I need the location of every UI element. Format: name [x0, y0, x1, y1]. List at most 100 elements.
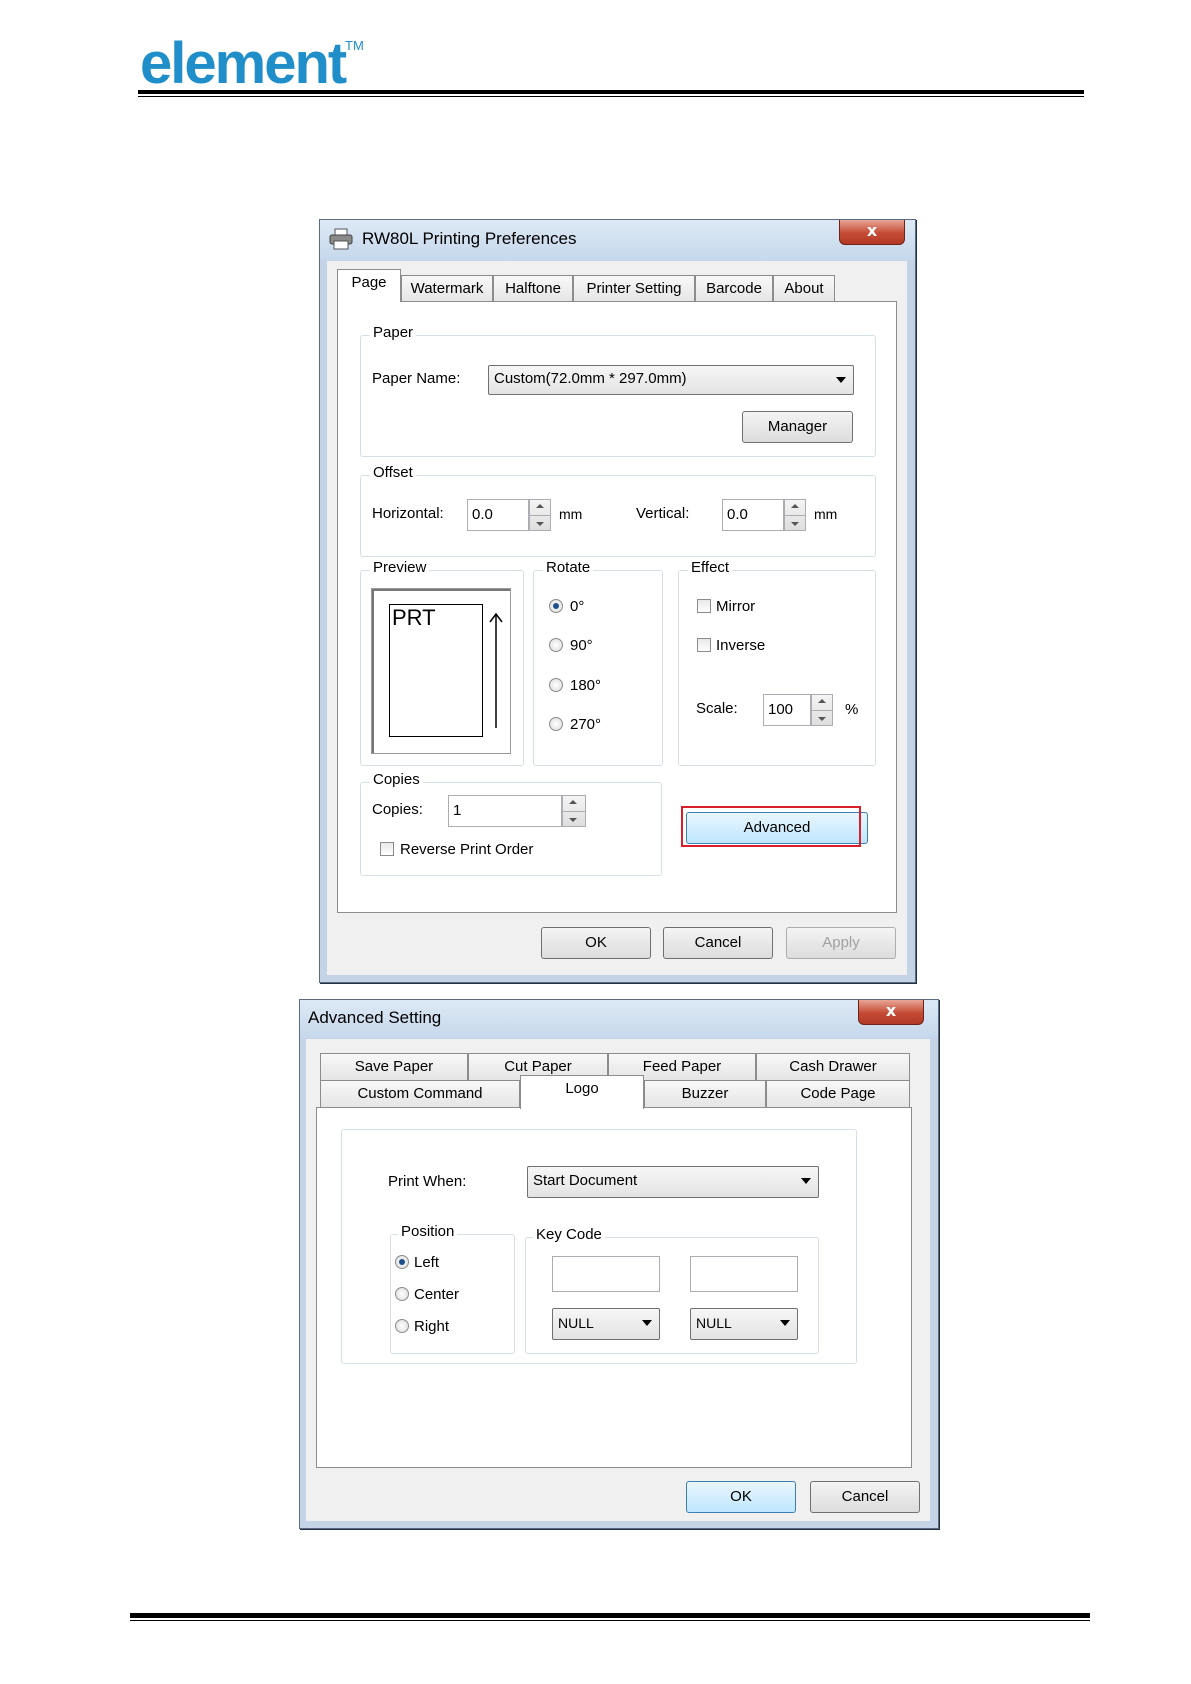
tab-halftone[interactable]: Halftone [493, 275, 573, 303]
rotate-group-label: Rotate [543, 559, 594, 576]
rotate-90-radio[interactable] [549, 638, 563, 652]
vertical-unit: mm [814, 506, 838, 522]
tab-page[interactable]: Page [337, 269, 401, 302]
spin-down-icon [791, 522, 799, 526]
paper-name-value: Custom(72.0mm * 297.0mm) [494, 370, 687, 387]
up-arrow-icon [489, 612, 503, 728]
position-group-label: Position [398, 1223, 458, 1240]
spin-up-icon [536, 504, 544, 508]
horizontal-offset-input[interactable]: 0.0 [467, 499, 529, 531]
spin-down-icon [569, 818, 577, 822]
page-tab-panel: Paper Paper Name: Custom(72.0mm * 297.0m… [337, 301, 897, 913]
inverse-label[interactable]: Inverse [716, 637, 765, 654]
footer-rule [130, 1613, 1090, 1618]
chevron-down-icon [801, 1178, 811, 1184]
key-code-2-input[interactable] [690, 1256, 798, 1292]
close-button[interactable]: x [858, 1000, 924, 1025]
header-rule-thin [138, 96, 1084, 97]
paper-name-label: Paper Name: [372, 370, 461, 387]
paper-group-label: Paper [370, 324, 417, 341]
advanced-setting-dialog: Advanced Setting x Save Paper Cut Paper … [299, 999, 939, 1529]
tab-code-page[interactable]: Code Page [766, 1080, 910, 1108]
horizontal-offset-spinner[interactable] [529, 499, 551, 531]
rotate-180-label[interactable]: 180° [570, 677, 601, 694]
ok-button[interactable]: OK [541, 927, 651, 959]
printing-preferences-dialog: RW80L Printing Preferences x Page Waterm… [319, 219, 916, 983]
effect-group-label: Effect [688, 559, 733, 576]
inverse-checkbox[interactable] [697, 638, 711, 652]
paper-name-select[interactable]: Custom(72.0mm * 297.0mm) [488, 365, 854, 395]
print-when-label: Print When: [388, 1173, 467, 1190]
close-button[interactable]: x [839, 220, 905, 245]
tab-cash-drawer[interactable]: Cash Drawer [756, 1053, 910, 1081]
key-code-1-select[interactable]: NULL [552, 1308, 660, 1340]
dialog-client: Save Paper Cut Paper Feed Paper Cash Dra… [306, 1039, 930, 1521]
tab-barcode[interactable]: Barcode [695, 275, 773, 303]
vertical-label: Vertical: [636, 505, 690, 522]
spin-down-icon [818, 717, 826, 721]
highlight-box [681, 806, 861, 847]
scale-unit: % [845, 701, 859, 718]
cancel-button[interactable]: Cancel [663, 927, 773, 959]
chevron-down-icon [836, 377, 846, 383]
header-rule [138, 90, 1084, 94]
rotate-180-radio[interactable] [549, 678, 563, 692]
rotate-90-label[interactable]: 90° [570, 637, 593, 654]
copies-label: Copies: [372, 801, 423, 818]
copies-spinner[interactable] [562, 795, 586, 827]
preview-group-label: Preview [370, 559, 430, 576]
spin-up-icon [818, 699, 826, 703]
cancel-button[interactable]: Cancel [810, 1481, 920, 1513]
position-right-label[interactable]: Right [414, 1318, 449, 1335]
horizontal-unit: mm [559, 506, 583, 522]
rotate-270-radio[interactable] [549, 717, 563, 731]
horizontal-label: Horizontal: [372, 505, 444, 522]
tab-custom-command[interactable]: Custom Command [320, 1080, 520, 1108]
key-code-2-select[interactable]: NULL [690, 1308, 798, 1340]
printer-icon [329, 228, 353, 250]
spin-up-icon [569, 800, 577, 804]
key-code-group-label: Key Code [533, 1226, 605, 1243]
ok-button[interactable]: OK [686, 1481, 796, 1513]
trademark-mark: TM [345, 38, 364, 53]
rotate-270-label[interactable]: 270° [570, 716, 601, 733]
rotate-0-label[interactable]: 0° [570, 598, 584, 615]
tab-watermark[interactable]: Watermark [401, 275, 493, 303]
offset-group-label: Offset [370, 464, 416, 481]
chevron-down-icon [642, 1320, 652, 1326]
tab-save-paper[interactable]: Save Paper [320, 1053, 468, 1081]
mirror-checkbox[interactable] [697, 599, 711, 613]
reverse-print-order-checkbox[interactable] [380, 842, 394, 856]
tab-printer-setting[interactable]: Printer Setting [573, 275, 695, 303]
scale-input[interactable]: 100 [763, 694, 811, 726]
position-left-label[interactable]: Left [414, 1254, 439, 1271]
position-center-radio[interactable] [395, 1287, 409, 1301]
dialog-title: Advanced Setting [308, 1008, 442, 1027]
dialog-client: Page Watermark Halftone Printer Setting … [327, 261, 907, 975]
reverse-print-order-label[interactable]: Reverse Print Order [400, 841, 533, 858]
position-left-radio[interactable] [395, 1255, 409, 1269]
copies-input[interactable]: 1 [448, 795, 562, 827]
print-when-select[interactable]: Start Document [527, 1166, 819, 1198]
print-when-value: Start Document [533, 1172, 638, 1189]
spin-down-icon [536, 522, 544, 526]
tab-about[interactable]: About [773, 275, 835, 303]
tab-buzzer[interactable]: Buzzer [644, 1080, 766, 1108]
chevron-down-icon [780, 1320, 790, 1326]
tab-logo[interactable]: Logo [520, 1075, 644, 1109]
logo-tab-panel: Print When: Start Document Position Left… [316, 1107, 912, 1468]
position-right-radio[interactable] [395, 1319, 409, 1333]
position-center-label[interactable]: Center [414, 1286, 459, 1303]
vertical-offset-spinner[interactable] [784, 499, 806, 531]
scale-spinner[interactable] [811, 694, 833, 726]
vertical-offset-input[interactable]: 0.0 [722, 499, 784, 531]
mirror-label[interactable]: Mirror [716, 598, 755, 615]
manager-button[interactable]: Manager [742, 411, 853, 443]
key-code-1-select-value: NULL [558, 1315, 594, 1331]
key-code-1-input[interactable] [552, 1256, 660, 1292]
apply-button[interactable]: Apply [786, 927, 896, 959]
footer-rule-thin [130, 1620, 1090, 1621]
rotate-0-radio[interactable] [549, 599, 563, 613]
copies-group-label: Copies [370, 771, 423, 788]
dialog-title: RW80L Printing Preferences [362, 229, 577, 248]
